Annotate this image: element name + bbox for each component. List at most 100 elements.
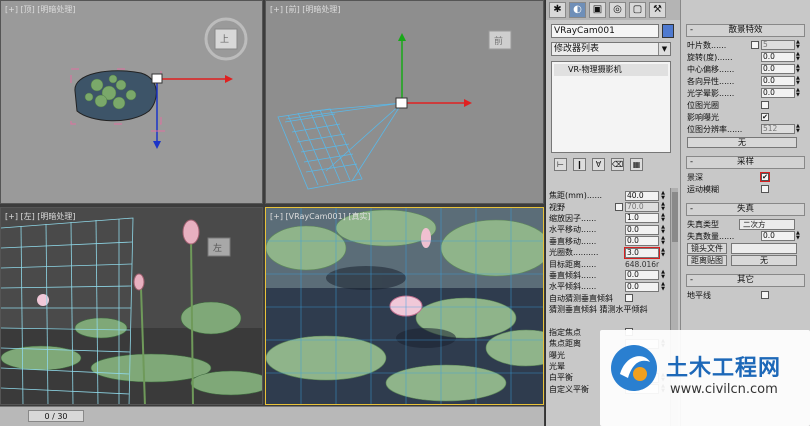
param-value-input[interactable]: 0.0 xyxy=(625,224,659,235)
viewport-top-label[interactable]: [+] [顶] [明暗处理] xyxy=(5,4,76,15)
distortion-type-row: 失真类型 二次方 xyxy=(681,218,810,230)
stack-tools: ⊢ ❙ ∀ ⌫ ▦ xyxy=(554,158,643,171)
rollout-value-input[interactable]: 0.0 xyxy=(761,52,795,62)
viewport-top[interactable]: [+] [顶] [明暗处理] 上 xyxy=(0,0,263,204)
rollout-checkbox[interactable]: ✔ xyxy=(760,172,770,182)
create-tab-icon[interactable]: ✱ xyxy=(549,2,566,18)
make-unique-icon[interactable]: ∀ xyxy=(592,158,605,171)
rollout-checkbox[interactable]: ✔ xyxy=(761,113,769,121)
rollout-label: 叶片数...... xyxy=(687,40,727,50)
spinner-icon[interactable]: ▲▼ xyxy=(660,190,666,201)
spinner-icon[interactable]: ▲▼ xyxy=(660,236,666,246)
hierarchy-tab-icon[interactable]: ▣ xyxy=(589,2,606,18)
param-row: 垂直倾斜...... 0.0 ▲ ▼ xyxy=(549,270,667,281)
viewcube-left-label[interactable]: 左 xyxy=(213,241,222,254)
viewcube-front-label[interactable]: 前 xyxy=(494,34,503,47)
time-slider[interactable]: 0 / 30 xyxy=(28,410,84,422)
watermark: 土木工程网 www.civilcn.com xyxy=(600,330,810,426)
object-color-swatch[interactable] xyxy=(662,24,674,38)
chevron-down-icon[interactable]: ▼ xyxy=(658,43,670,55)
distortion-amount-row: 失真数量...... 0.0 ▲ ▼ xyxy=(681,230,810,242)
param-row: 水平倾斜...... 0.0 ▲ ▼ xyxy=(549,281,667,292)
spinner-icon[interactable]: ▲▼ xyxy=(660,270,666,280)
show-end-result-icon[interactable]: ❙ xyxy=(573,158,586,171)
spinner-icon[interactable]: ▲▼ xyxy=(796,40,802,50)
horizon-checkbox[interactable] xyxy=(761,291,769,299)
rollout-checkbox[interactable] xyxy=(761,101,769,109)
viewport-left-label[interactable]: [+] [左] [明暗处理] xyxy=(5,211,76,222)
distortion-rollout-header[interactable]: - 失真 xyxy=(686,203,805,216)
rollout-row: 中心偏移...... 0.0 ▲ ▼ xyxy=(681,63,810,75)
spinner-icon[interactable]: ▲▼ xyxy=(660,281,666,292)
rollout-value-input[interactable]: 0.0 xyxy=(761,88,795,98)
rollout-checkbox[interactable] xyxy=(751,41,759,49)
spinner-icon[interactable]: ▲▼ xyxy=(796,124,802,134)
spinner-icon[interactable]: ▲▼ xyxy=(796,88,802,98)
distance-map-button[interactable]: 无 xyxy=(731,254,797,266)
viewport-front-label[interactable]: [+] [前] [明暗处理] xyxy=(270,4,341,15)
modify-tab-icon[interactable]: ◐ xyxy=(569,2,586,18)
left-view-scene xyxy=(1,217,262,404)
param-row: 水平移动...... 0.0 ▲ ▼ xyxy=(549,224,667,235)
lens-file-button[interactable]: 镜头文件 xyxy=(687,242,727,254)
param-value-input[interactable]: 0.0 xyxy=(625,236,659,247)
param-checkbox[interactable] xyxy=(615,203,623,212)
rollout-value-input[interactable]: 0.0 xyxy=(761,76,795,86)
misc-rollout-header[interactable]: - 其它 xyxy=(686,274,805,287)
viewport-left[interactable]: [+] [左] [明暗处理] 左 xyxy=(0,207,263,405)
timeline[interactable]: 0 / 30 xyxy=(0,406,544,426)
param-label: 目标距离...... xyxy=(549,259,597,269)
viewport-front[interactable]: [+] [前] [明暗处理] 前 xyxy=(265,0,544,204)
bokeh-rollout-header[interactable]: - 散景特效 xyxy=(686,24,805,37)
rollout-value-input[interactable]: 5 xyxy=(761,40,795,50)
param-row: 视野 70.0 ▲ ▼ xyxy=(549,201,667,213)
remove-modifier-icon[interactable]: ⌫ xyxy=(611,158,624,171)
param-label: 猜测垂直倾斜 猜测水平倾斜 xyxy=(549,305,648,315)
sampling-title: 采样 xyxy=(736,157,754,167)
scrollbar-thumb[interactable] xyxy=(672,192,678,242)
spinner-icon[interactable]: ▲▼ xyxy=(660,224,666,235)
spinner-icon[interactable]: ▲▼ xyxy=(660,247,666,258)
distortion-amount-input[interactable]: 0.0 xyxy=(761,231,795,241)
param-row: 目标距离...... 648.016r xyxy=(549,258,667,269)
motion-tab-icon[interactable]: ◎ xyxy=(609,2,626,18)
utilities-tab-icon[interactable]: ⚒ xyxy=(649,2,666,18)
rollout-value-input[interactable]: 0.0 xyxy=(761,64,795,74)
distortion-type-dropdown[interactable]: 二次方 xyxy=(739,218,795,230)
param-value-input[interactable]: 70.0 xyxy=(625,202,659,213)
viewport-camera-label[interactable]: [+] [VRayCam001] [真实] xyxy=(270,211,371,222)
distance-map-checkbox-label[interactable]: 距离贴图 xyxy=(687,254,727,266)
rollout-row: 影响曝光 ✔ xyxy=(681,111,810,123)
spinner-icon[interactable]: ▲▼ xyxy=(796,231,802,241)
rollout-checkbox[interactable] xyxy=(761,185,769,193)
display-tab-icon[interactable]: ▢ xyxy=(629,2,646,18)
configure-sets-icon[interactable]: ▦ xyxy=(630,158,643,171)
object-name-field[interactable]: VRayCam001 xyxy=(551,24,659,38)
rollout-label: 运动模糊 xyxy=(687,184,719,194)
viewport-camera[interactable]: [+] [VRayCam001] [真实] xyxy=(265,207,544,405)
spinner-icon[interactable]: ▲▼ xyxy=(796,76,802,86)
front-view-scene xyxy=(277,30,512,190)
spinner-icon[interactable]: ▲▼ xyxy=(796,52,802,62)
stack-item-vray-physical-camera[interactable]: VR-物理摄影机 xyxy=(554,64,668,76)
pin-stack-icon[interactable]: ⊢ xyxy=(554,158,567,171)
spinner-icon[interactable]: ▲▼ xyxy=(660,202,666,212)
param-value-input[interactable]: 0.0 xyxy=(625,281,659,292)
lens-file-field[interactable] xyxy=(731,242,797,254)
param-value-input[interactable]: 1.0 xyxy=(625,213,659,224)
modifier-list-dropdown[interactable]: 修改器列表 ▼ xyxy=(551,42,671,56)
bokeh-bitmap-button[interactable]: 无 xyxy=(687,137,797,148)
sampling-rollout-header[interactable]: - 采样 xyxy=(686,156,805,169)
modifier-stack[interactable]: VR-物理摄影机 xyxy=(551,61,671,153)
param-readout: 648.016r xyxy=(625,259,660,269)
param-value-input[interactable]: 40.0 xyxy=(625,190,659,201)
viewcube-top-label[interactable]: 上 xyxy=(220,32,229,45)
param-value-input[interactable]: 0.0 xyxy=(625,270,659,281)
param-label: 视野 xyxy=(549,202,565,212)
spinner-icon[interactable]: ▲▼ xyxy=(796,64,802,74)
rollout-value-input[interactable]: 512 xyxy=(761,124,795,134)
param-value-input[interactable]: 3.0 xyxy=(624,246,660,259)
distortion-title: 失真 xyxy=(736,204,754,214)
spinner-icon[interactable]: ▲▼ xyxy=(660,213,666,223)
param-checkbox[interactable] xyxy=(625,294,633,303)
